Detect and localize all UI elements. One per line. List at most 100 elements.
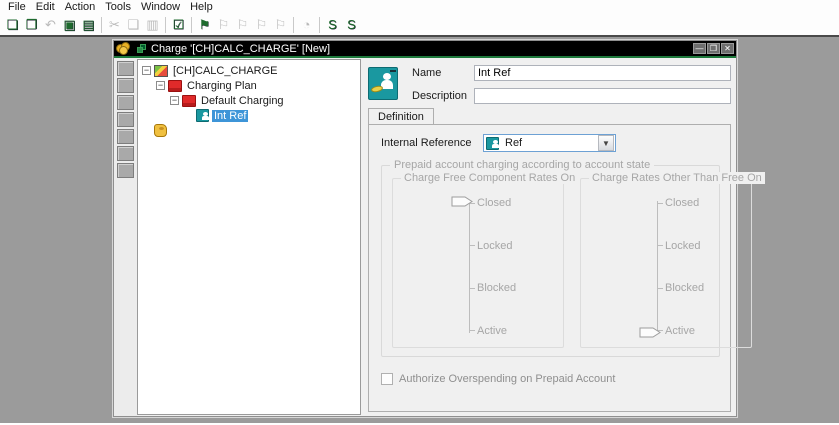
slider-thumb[interactable] bbox=[451, 196, 473, 207]
tree-row[interactable]: Int Ref bbox=[140, 108, 358, 123]
edit-table-icon[interactable]: ▣ bbox=[60, 16, 79, 34]
authorize-overspending-checkbox[interactable] bbox=[381, 373, 393, 385]
expander-icon[interactable]: − bbox=[142, 66, 151, 75]
deploy-2-icon[interactable]: ⚐ bbox=[214, 16, 233, 34]
internal-reference-combobox[interactable]: Ref ▼ bbox=[483, 134, 616, 152]
details-panel: Name Description Definition Interna bbox=[361, 58, 765, 416]
slider-thumb[interactable] bbox=[639, 327, 661, 338]
deploy-5-icon[interactable]: ⚐ bbox=[271, 16, 290, 34]
new-object-icon[interactable]: ❏ bbox=[3, 16, 22, 34]
charge-free-component-group: Charge Free Component Rates On Closed Lo… bbox=[392, 172, 579, 348]
tree-item-label-selected[interactable]: Int Ref bbox=[212, 109, 249, 122]
deploy-3-icon[interactable]: ⚐ bbox=[233, 16, 252, 34]
chevron-down-icon[interactable]: ▼ bbox=[598, 135, 614, 151]
strip-button-6[interactable] bbox=[117, 146, 134, 161]
history-icon[interactable]: ◔ bbox=[297, 16, 316, 34]
tree-item-label[interactable]: Charging Plan bbox=[185, 80, 259, 92]
slider-label-closed: Closed bbox=[469, 197, 516, 209]
window-titlebar: Charge '[CH]CALC_CHARGE' [New] — ❐ ✕ bbox=[114, 41, 736, 58]
menu-edit[interactable]: Edit bbox=[31, 0, 60, 14]
paste-icon[interactable]: ▥ bbox=[143, 16, 162, 34]
slider-label-blocked: Blocked bbox=[657, 282, 704, 294]
teal-person-icon bbox=[196, 109, 209, 122]
charge-other-group-label: Charge Rates Other Than Free On bbox=[589, 172, 765, 184]
menu-action[interactable]: Action bbox=[60, 0, 101, 14]
menu-tools[interactable]: Tools bbox=[100, 0, 136, 14]
internal-reference-value: Ref bbox=[505, 137, 523, 149]
script-2-icon[interactable]: S bbox=[342, 16, 361, 34]
tree-row[interactable] bbox=[140, 123, 358, 138]
tree-row[interactable]: − [CH]CALC_CHARGE bbox=[140, 63, 358, 78]
prepaid-charging-group: Prepaid account charging according to ac… bbox=[381, 159, 765, 357]
other-rates-slider[interactable]: Closed Locked Blocked Active bbox=[639, 197, 745, 338]
toolbar-separator bbox=[293, 16, 294, 33]
authorize-overspending-row: Authorize Overspending on Prepaid Accoun… bbox=[381, 373, 720, 385]
expander-icon[interactable]: − bbox=[156, 81, 165, 90]
charge-window: Charge '[CH]CALC_CHARGE' [New] — ❐ ✕ − [… bbox=[112, 39, 765, 418]
slider-label-active: Active bbox=[469, 325, 516, 337]
tree-item-label[interactable]: [CH]CALC_CHARGE bbox=[171, 65, 280, 77]
money-bag-icon bbox=[154, 124, 167, 137]
slider-label-active: Active bbox=[657, 325, 704, 337]
strip-button-2[interactable] bbox=[117, 78, 134, 93]
tree-row[interactable]: − Default Charging bbox=[140, 93, 358, 108]
name-label: Name bbox=[412, 67, 442, 79]
minimize-button[interactable]: — bbox=[693, 43, 706, 54]
close-button[interactable]: ✕ bbox=[721, 43, 734, 54]
internal-reference-label: Internal Reference bbox=[381, 137, 472, 149]
strip-button-4[interactable] bbox=[117, 112, 134, 127]
window-title: Charge '[CH]CALC_CHARGE' [New] bbox=[151, 42, 331, 55]
script-1-icon[interactable]: S bbox=[323, 16, 342, 34]
side-button-strip bbox=[114, 58, 137, 416]
red-board-icon bbox=[168, 79, 182, 92]
slider-label-locked: Locked bbox=[657, 240, 704, 252]
main-toolbar: ❏ ❐ ↶ ▣ ▤ ✂ ❑ ▥ ☑ ⚑ ⚐ ⚐ ⚐ ⚐ ◔ S S bbox=[0, 14, 839, 37]
menu-help[interactable]: Help bbox=[185, 0, 218, 14]
red-board-icon bbox=[182, 94, 196, 107]
slider-label-blocked: Blocked bbox=[469, 282, 516, 294]
charge-tree-panel: − [CH]CALC_CHARGE − Charging Plan − Defa… bbox=[137, 59, 361, 415]
tree-row[interactable]: − Charging Plan bbox=[140, 78, 358, 93]
chart-icon bbox=[154, 64, 168, 77]
tab-definition[interactable]: Definition bbox=[368, 108, 434, 124]
window-restore-icon bbox=[137, 43, 147, 54]
copy-icon[interactable]: ❑ bbox=[124, 16, 143, 34]
toolbar-separator bbox=[101, 16, 102, 33]
tree-item-label[interactable]: Default Charging bbox=[199, 95, 286, 107]
maximize-button[interactable]: ❐ bbox=[707, 43, 720, 54]
menu-window[interactable]: Window bbox=[136, 0, 185, 14]
expander-icon[interactable]: − bbox=[170, 96, 179, 105]
link-icon[interactable]: ↶ bbox=[41, 16, 60, 34]
save-table-icon[interactable]: ▤ bbox=[79, 16, 98, 34]
teal-person-icon bbox=[486, 136, 499, 150]
internal-reference-large-icon bbox=[368, 67, 398, 100]
description-input[interactable] bbox=[474, 88, 731, 104]
strip-button-5[interactable] bbox=[117, 129, 134, 144]
definition-tab-panel: Internal Reference Ref ▼ Prepaid account… bbox=[368, 124, 765, 412]
mdi-desktop: Charge '[CH]CALC_CHARGE' [New] — ❐ ✕ − [… bbox=[0, 37, 839, 423]
deploy-icon[interactable]: ⚑ bbox=[195, 16, 214, 34]
strip-button-1[interactable] bbox=[117, 61, 134, 76]
slider-label-closed: Closed bbox=[657, 197, 704, 209]
prepaid-group-label: Prepaid account charging according to ac… bbox=[390, 159, 655, 171]
toolbar-separator bbox=[319, 16, 320, 33]
validate-icon[interactable]: ☑ bbox=[169, 16, 188, 34]
strip-button-7[interactable] bbox=[117, 163, 134, 178]
tab-strip: Definition bbox=[368, 107, 731, 124]
free-rates-slider[interactable]: Closed Locked Blocked Active bbox=[451, 196, 557, 337]
authorize-overspending-label: Authorize Overspending on Prepaid Accoun… bbox=[399, 373, 616, 385]
slider-label-locked: Locked bbox=[469, 240, 516, 252]
cut-icon[interactable]: ✂ bbox=[105, 16, 124, 34]
charge-free-group-label: Charge Free Component Rates On bbox=[401, 172, 579, 184]
menu-bar: File Edit Action Tools Window Help bbox=[0, 0, 839, 14]
coins-icon bbox=[116, 42, 134, 55]
menu-file[interactable]: File bbox=[3, 0, 31, 14]
duplicate-object-icon[interactable]: ❐ bbox=[22, 16, 41, 34]
charge-other-rates-group: Charge Rates Other Than Free On Closed L… bbox=[580, 172, 765, 348]
toolbar-separator bbox=[165, 16, 166, 33]
strip-button-3[interactable] bbox=[117, 95, 134, 110]
description-label: Description bbox=[412, 90, 468, 102]
toolbar-separator bbox=[191, 16, 192, 33]
deploy-4-icon[interactable]: ⚐ bbox=[252, 16, 271, 34]
name-input[interactable] bbox=[474, 65, 731, 81]
